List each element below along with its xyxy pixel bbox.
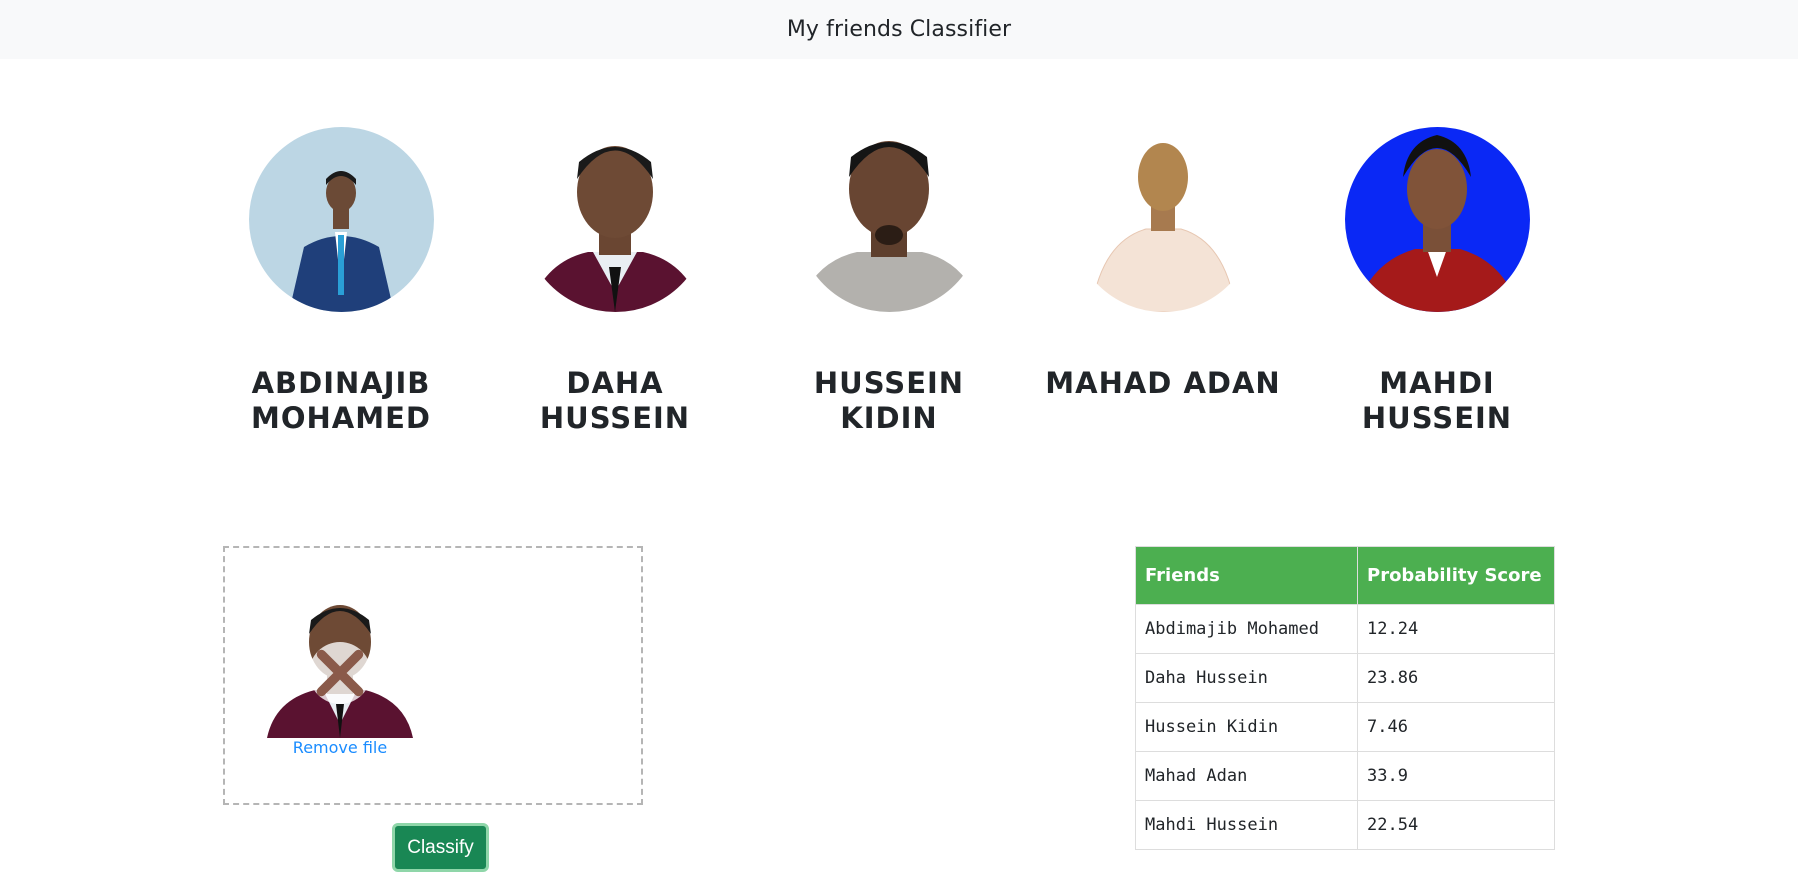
- friend-cell: Mahdi Hussein: [1135, 800, 1358, 850]
- friend-card-3: HUSSEIN KIDIN: [769, 127, 1009, 436]
- column-header-friends: Friends: [1135, 546, 1358, 605]
- results-table: Friends Probability Score Abdimajib Moha…: [1135, 546, 1555, 850]
- friend-photo: [796, 127, 982, 312]
- friend-name: MAHAD ADAN: [1045, 366, 1281, 400]
- friend-cell: Mahad Adan: [1135, 751, 1358, 801]
- friend-name: MAHDI HUSSEIN: [1361, 366, 1513, 435]
- friend-name: ABDINAJIB MOHAMED: [251, 366, 431, 435]
- column-header-probability: Probability Score: [1357, 546, 1555, 605]
- remove-file-icon[interactable]: [309, 642, 371, 704]
- table-header-row: Friends Probability Score: [1135, 546, 1555, 605]
- score-cell: 7.46: [1357, 702, 1555, 752]
- image-preview: [267, 592, 413, 738]
- friend-photo: [248, 127, 434, 312]
- friend-card-1: ABDINAJIB MOHAMED: [221, 127, 461, 436]
- friend-cell: Abdimajib Mohamed: [1135, 604, 1358, 654]
- friend-photo: [522, 127, 708, 312]
- score-cell: 22.54: [1357, 800, 1555, 850]
- friend-photo: [1070, 127, 1256, 312]
- friend-card-5: MAHDI HUSSEIN: [1317, 127, 1557, 436]
- table-row: Mahdi Hussein 22.54: [1135, 800, 1555, 850]
- table-row: Mahad Adan 33.9: [1135, 751, 1555, 801]
- friend-name: HUSSEIN KIDIN: [813, 366, 965, 435]
- file-dropzone[interactable]: Remove file: [223, 546, 643, 805]
- friend-cell: Hussein Kidin: [1135, 702, 1358, 752]
- friend-name: DAHA HUSSEIN: [539, 366, 691, 435]
- remove-file-link[interactable]: Remove file: [225, 738, 455, 757]
- friend-card-2: DAHA HUSSEIN: [495, 127, 735, 436]
- table-row: Daha Hussein 23.86: [1135, 653, 1555, 703]
- table-row: Hussein Kidin 7.46: [1135, 702, 1555, 752]
- friend-photo: [1344, 127, 1530, 312]
- score-cell: 12.24: [1357, 604, 1555, 654]
- navbar: My friends Classifier: [0, 0, 1798, 59]
- friend-card-4: MAHAD ADAN: [1043, 127, 1283, 401]
- navbar-title[interactable]: My friends Classifier: [787, 17, 1011, 42]
- classify-button[interactable]: Classify: [392, 823, 489, 872]
- score-cell: 33.9: [1357, 751, 1555, 801]
- table-row: Abdimajib Mohamed 12.24: [1135, 604, 1555, 654]
- friend-cell: Daha Hussein: [1135, 653, 1358, 703]
- score-cell: 23.86: [1357, 653, 1555, 703]
